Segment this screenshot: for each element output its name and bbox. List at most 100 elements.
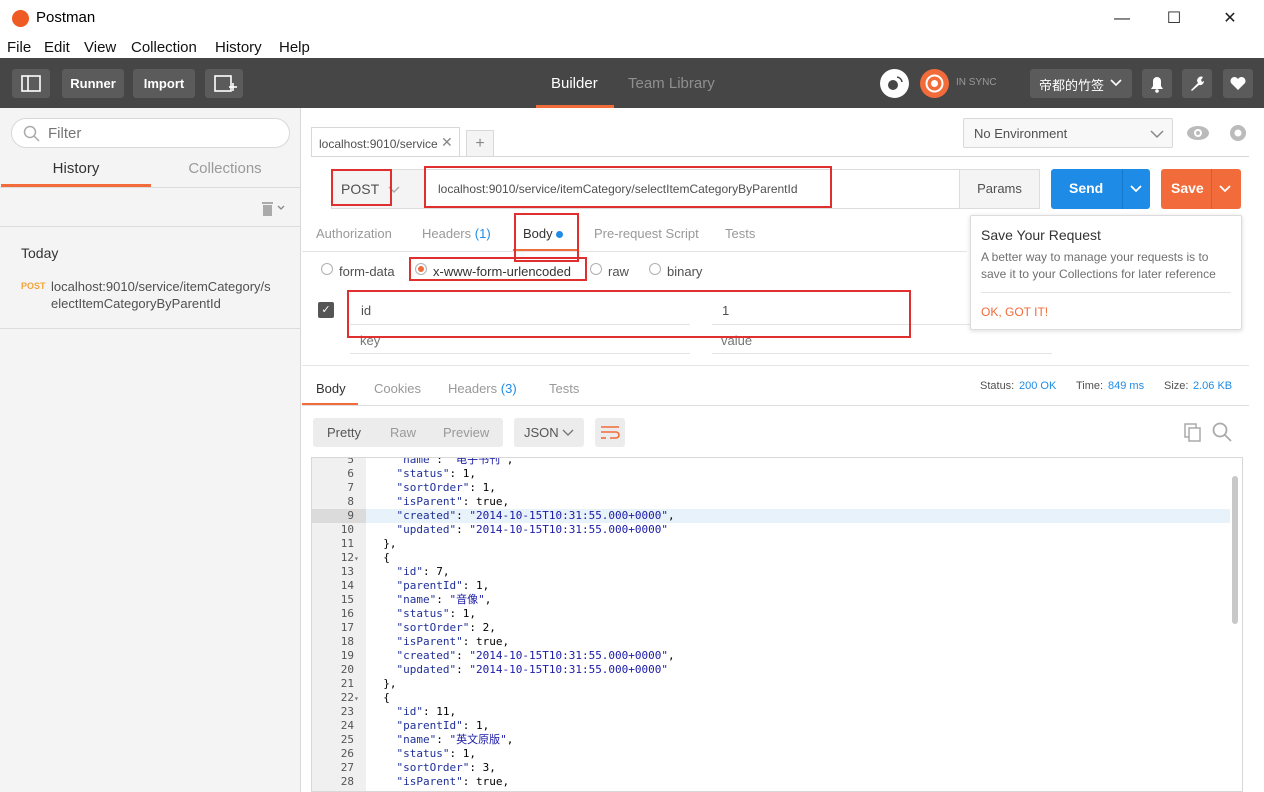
code-line: 28 "isParent": true, bbox=[312, 775, 1230, 789]
radio-raw[interactable] bbox=[590, 263, 602, 275]
code-text: "status": 1, bbox=[396, 467, 476, 480]
new-tab-button[interactable]: + bbox=[466, 130, 494, 157]
sync-icon bbox=[925, 74, 944, 93]
editor-scrollbar[interactable] bbox=[1232, 476, 1238, 624]
fold-toggle[interactable]: ▾ bbox=[354, 552, 366, 566]
code-line: 11 }, bbox=[312, 537, 1230, 551]
line-number: 16 bbox=[340, 607, 354, 620]
clear-history-button[interactable] bbox=[259, 198, 287, 221]
tooltip-dismiss-button[interactable]: OK, GOT IT! bbox=[981, 305, 1048, 319]
import-button[interactable]: Import bbox=[133, 69, 195, 98]
code-text: "sortOrder": 3, bbox=[396, 761, 496, 774]
wrap-lines-button[interactable] bbox=[595, 418, 625, 447]
param-checkbox[interactable]: ✓ bbox=[318, 302, 334, 318]
format-preview[interactable]: Preview bbox=[443, 425, 489, 440]
filter-input[interactable] bbox=[48, 125, 278, 142]
response-editor[interactable]: 5 "name": "电子书刊", 6 "status": 1, 7 "sortOr… bbox=[311, 457, 1243, 792]
code-line: 12▾ { bbox=[312, 551, 1230, 565]
line-number: 25 bbox=[340, 733, 354, 746]
history-url-continued: electItemCategoryByParentId bbox=[51, 296, 221, 311]
menu-history[interactable]: History bbox=[215, 39, 262, 56]
line-number: 27 bbox=[340, 761, 354, 774]
filter-box[interactable] bbox=[11, 118, 290, 148]
menu-edit[interactable]: Edit bbox=[44, 39, 70, 56]
environment-select[interactable]: No Environment bbox=[963, 118, 1173, 148]
close-tab-icon[interactable]: ✕ bbox=[441, 134, 453, 151]
window-title: Postman bbox=[36, 9, 96, 26]
code-text: "created": "2014-10-15T10:31:55.000+0000… bbox=[396, 509, 675, 522]
response-tab-headers[interactable]: Headers (3) bbox=[448, 381, 517, 396]
tab-tests[interactable]: Tests bbox=[725, 226, 755, 241]
line-number: 23 bbox=[340, 705, 354, 718]
save-request-tooltip: Save Your Request A better way to manage… bbox=[970, 215, 1242, 330]
tab-collections[interactable]: Collections bbox=[150, 160, 300, 187]
format-pretty[interactable]: Pretty bbox=[327, 425, 361, 440]
tab-authorization[interactable]: Authorization bbox=[316, 226, 392, 241]
params-button[interactable]: Params bbox=[959, 169, 1040, 209]
line-number: 28 bbox=[340, 775, 354, 788]
request-tab[interactable]: localhost:9010/service ✕ bbox=[311, 127, 460, 157]
divider bbox=[981, 292, 1231, 293]
tab-team-library[interactable]: Team Library bbox=[628, 75, 715, 92]
sync-button[interactable] bbox=[920, 69, 949, 98]
sidebar: History Collections Today POST localhost… bbox=[0, 108, 301, 792]
interceptor-button[interactable] bbox=[880, 69, 909, 98]
menu-help[interactable]: Help bbox=[279, 39, 310, 56]
save-label: Save bbox=[1171, 180, 1204, 196]
toggle-sidebar-button[interactable] bbox=[12, 69, 50, 98]
code-line: 18 "isParent": true, bbox=[312, 635, 1230, 649]
copy-button[interactable] bbox=[1182, 421, 1204, 443]
heart-icon bbox=[1230, 76, 1246, 90]
annotation-urlencoded bbox=[409, 257, 587, 281]
minimize-button[interactable]: — bbox=[1100, 6, 1144, 32]
code-line: 5 "name": "电子书刊", bbox=[312, 458, 1230, 467]
code-line: 10 "updated": "2014-10-15T10:31:55.000+0… bbox=[312, 523, 1230, 537]
chevron-down-icon[interactable] bbox=[1129, 184, 1143, 194]
history-url: localhost:9010/service/itemCategory/s bbox=[51, 279, 271, 294]
environment-quick-look-button[interactable] bbox=[1184, 118, 1212, 148]
new-window-button[interactable] bbox=[205, 69, 243, 98]
manage-environments-button[interactable] bbox=[1224, 118, 1252, 148]
code-line: 23 "id": 11, bbox=[312, 705, 1230, 719]
search-response-button[interactable] bbox=[1211, 421, 1233, 443]
menu-file[interactable]: File bbox=[7, 39, 31, 56]
notifications-button[interactable] bbox=[1142, 69, 1172, 98]
save-button[interactable]: Save bbox=[1161, 169, 1241, 209]
history-item[interactable]: POST localhost:9010/service/itemCategory… bbox=[0, 274, 300, 314]
divider bbox=[0, 226, 300, 227]
maximize-button[interactable]: ☐ bbox=[1152, 6, 1196, 32]
close-window-button[interactable]: ✕ bbox=[1208, 6, 1252, 32]
code-text: "name": "音像", bbox=[396, 593, 492, 606]
status-label: Status: bbox=[980, 380, 1015, 392]
fold-toggle[interactable]: ▾ bbox=[354, 692, 366, 706]
code-text: "parentId": 1, bbox=[396, 579, 490, 592]
response-tab-tests[interactable]: Tests bbox=[549, 381, 579, 396]
line-number: 14 bbox=[340, 579, 354, 592]
response-tab-cookies[interactable]: Cookies bbox=[374, 381, 421, 396]
tab-headers[interactable]: Headers (1) bbox=[422, 226, 491, 241]
chevron-down-icon bbox=[562, 429, 574, 436]
radio-form-data[interactable] bbox=[321, 263, 333, 275]
eye-icon bbox=[1187, 126, 1209, 140]
code-line: 20 "updated": "2014-10-15T10:31:55.000+0… bbox=[312, 663, 1230, 677]
binary-label: binary bbox=[667, 264, 703, 279]
language-select[interactable]: JSON bbox=[514, 418, 584, 447]
tab-pre-request-script[interactable]: Pre-request Script bbox=[594, 226, 699, 241]
favorite-button[interactable] bbox=[1223, 69, 1253, 98]
tab-history[interactable]: History bbox=[1, 160, 151, 187]
menu-view[interactable]: View bbox=[84, 39, 116, 56]
tab-builder[interactable]: Builder bbox=[551, 75, 598, 92]
code-text: "id": 7, bbox=[396, 565, 450, 578]
code-text: "status": 1, bbox=[396, 747, 476, 760]
menu-collection[interactable]: Collection bbox=[131, 39, 197, 56]
gear-icon bbox=[1230, 125, 1246, 141]
chevron-down-icon[interactable] bbox=[1218, 184, 1232, 194]
radio-binary[interactable] bbox=[649, 263, 661, 275]
send-button[interactable]: Send bbox=[1051, 169, 1150, 209]
trash-icon bbox=[262, 202, 285, 216]
user-menu[interactable]: 帝都的竹签 bbox=[1030, 69, 1132, 98]
format-raw[interactable]: Raw bbox=[390, 425, 416, 440]
settings-button[interactable] bbox=[1182, 69, 1212, 98]
runner-button[interactable]: Runner bbox=[62, 69, 124, 98]
response-tab-body[interactable]: Body bbox=[316, 381, 346, 396]
